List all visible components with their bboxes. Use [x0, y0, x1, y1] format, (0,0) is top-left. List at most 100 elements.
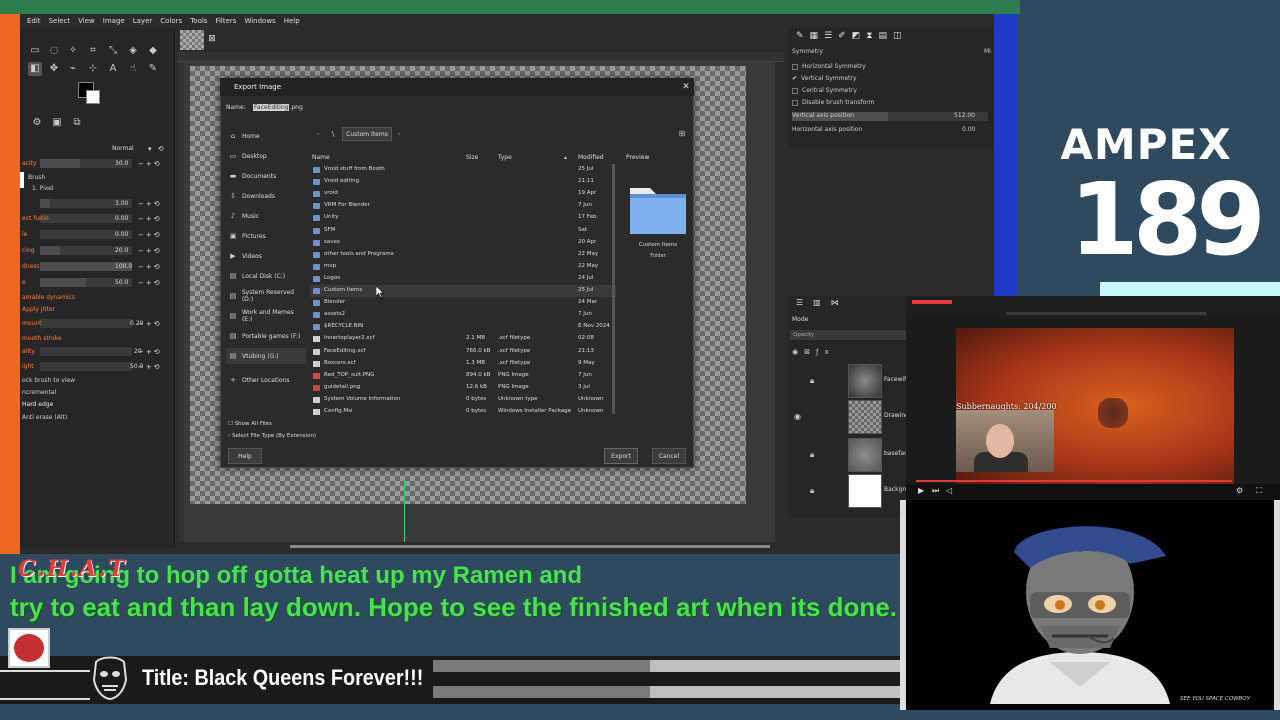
place-videos[interactable]: ▶ Videos — [226, 248, 306, 264]
place-local-disk[interactable]: ▤ Local Disk (C:) — [226, 268, 306, 284]
file-row[interactable]: saves 20 Apr — [310, 237, 616, 249]
weight-controls-icon[interactable]: −+⟲ — [138, 363, 162, 371]
lock-icon[interactable]: 🔒︎ — [810, 376, 814, 386]
size-row[interactable]: 3.00 −+⟲ — [20, 198, 172, 209]
angle-controls-icon[interactable]: −+⟲ — [138, 231, 162, 239]
file-row[interactable]: Custom Items 25 Jul — [310, 285, 616, 297]
angle-row[interactable]: le 0.00 −+⟲ — [20, 229, 172, 240]
layer-row[interactable]: 🔒︎ baseface — [790, 438, 908, 474]
undo-tab-icon[interactable]: ⧉ — [70, 116, 84, 130]
cancel-button[interactable]: Cancel — [652, 448, 686, 464]
brush-row[interactable]: Brush — [20, 172, 172, 188]
column-size[interactable]: Size — [466, 154, 478, 161]
smudge-icon[interactable]: ☝ — [126, 62, 140, 76]
panel-dock-icon[interactable]: ◫ — [893, 31, 902, 41]
export-button[interactable]: Export — [604, 448, 638, 464]
hardness-row[interactable]: dness 100.0 −+⟲ — [20, 261, 172, 272]
fullscreen-icon[interactable]: ⛶ — [1256, 486, 1262, 496]
dynamics-row[interactable]: amable dynamics — [20, 292, 172, 303]
pen-dock-icon[interactable]: ✐ — [838, 31, 846, 41]
disable-transform-checkbox[interactable] — [792, 99, 798, 106]
weight-row[interactable]: ight 50.0 −+⟲ — [20, 361, 172, 372]
eye-icon[interactable]: ◉ — [794, 412, 801, 421]
address-bar[interactable] — [1006, 312, 1206, 315]
tab-close-icon[interactable]: ⊠ — [207, 34, 217, 44]
tool-options-tab-icon[interactable]: ⚙ — [30, 116, 44, 130]
bucket-icon[interactable]: ◆ — [146, 44, 160, 58]
pattern-dock-icon[interactable]: ▦ — [810, 31, 819, 41]
forward-arrow-icon[interactable]: › — [394, 128, 404, 140]
place-system-reserved[interactable]: ▤ System Reserved (D:) — [226, 288, 306, 304]
layers-tab-icon[interactable]: ☰ — [796, 298, 803, 310]
hard-edge-row[interactable]: Hard edge — [20, 399, 172, 410]
aspect-controls-icon[interactable]: −+⟲ — [138, 215, 162, 223]
file-row[interactable]: Vroid stuff from Booth 25 Jul — [310, 164, 616, 176]
sort-arrow-icon[interactable]: ▴ — [564, 154, 567, 161]
show-all-files-option[interactable]: ☐ Show All Files — [228, 421, 272, 427]
select-file-type-expander[interactable]: › Select File Type (By Extension) — [228, 433, 316, 439]
amount-row[interactable]: mount 0.20 −+⟲ — [20, 318, 172, 329]
smooth-row[interactable]: mooth stroke — [20, 333, 172, 344]
column-modified[interactable]: Modified — [578, 154, 604, 161]
play-icon[interactable]: ▶ — [918, 486, 924, 495]
checkbox-icon[interactable]: ☐ — [228, 421, 233, 427]
path-icon[interactable]: ⌁ — [66, 62, 80, 76]
fuzzy-select-icon[interactable]: ✧ — [66, 44, 80, 58]
anti-erase-row[interactable]: Anti erase (Alt) — [20, 412, 172, 423]
file-row[interactable]: Config.Msi 0 bytes Windows Installer Packa… — [310, 406, 616, 416]
root-path-icon[interactable]: \ — [327, 128, 339, 140]
grid-dock-icon[interactable]: ▤ — [879, 31, 888, 41]
file-row[interactable]: Boxcers.xcf 1.3 MB .xcf filetype 9 May — [310, 358, 616, 370]
file-row[interactable]: SFM Sat — [310, 225, 616, 237]
file-row[interactable]: VRM For Blender 7 Jun — [310, 200, 616, 212]
place-other-locations[interactable]: + Other Locations — [226, 372, 306, 388]
warp-icon[interactable]: ◈ — [126, 44, 140, 58]
stack-dock-icon[interactable]: ☰ — [824, 31, 832, 41]
quality-row[interactable]: ality 20 −+⟲ — [20, 346, 172, 357]
file-row[interactable]: Blender 24 Mar — [310, 297, 616, 309]
new-folder-icon[interactable]: ⊞ — [676, 128, 688, 140]
layer-row[interactable]: 🔒︎ Backgro — [790, 474, 908, 510]
layer-lock-toolbar-icon[interactable]: ◉⊠ƒx — [792, 348, 835, 356]
file-row[interactable]: Unity 17 Feb — [310, 212, 616, 224]
place-vtubing[interactable]: ▤ Vtubing (G:) — [226, 348, 306, 364]
place-home[interactable]: ⌂ Home — [226, 128, 306, 144]
vertical-symmetry-check-icon[interactable]: ✔ — [792, 75, 797, 82]
menu-select[interactable]: Select — [49, 17, 71, 25]
layer-row[interactable]: ◉ Drawing — [790, 400, 908, 436]
file-row[interactable]: System Volume Information 0 bytes Unknown … — [310, 394, 616, 406]
channels-tab-icon[interactable]: ▥ — [813, 298, 821, 310]
rect-select-icon[interactable]: ▭ — [28, 44, 42, 58]
spacing-controls-icon[interactable]: −+⟲ — [138, 247, 162, 255]
file-row[interactable]: FaceEditing.xcf 766.0 kB .xcf filetype 21:1… — [310, 346, 616, 358]
close-icon[interactable]: ✕ — [680, 81, 692, 93]
menu-windows[interactable]: Windows — [244, 17, 275, 25]
column-type[interactable]: Type — [498, 154, 512, 161]
incremental-row[interactable]: ncremental — [20, 387, 172, 398]
file-row[interactable]: other tools and Programs 22 May — [310, 249, 616, 261]
mode-row[interactable]: Normal ▾ ⟲ — [20, 143, 172, 154]
text-icon[interactable]: A — [106, 62, 120, 76]
horizontal-scroll-thumb[interactable] — [290, 545, 770, 548]
brush-dock-icon[interactable]: ✎ — [796, 31, 804, 41]
image-tab-thumbnail[interactable] — [180, 30, 204, 50]
device-tab-icon[interactable]: ▣ — [50, 116, 64, 130]
lasso-icon[interactable]: ◌ — [47, 44, 61, 58]
eraser-icon[interactable]: ◧ — [28, 62, 42, 76]
menu-help[interactable]: Help — [284, 17, 300, 25]
file-row[interactable]: vroid 19 Apr — [310, 188, 616, 200]
menu-filters[interactable]: Filters — [215, 17, 236, 25]
spacing-row[interactable]: cing 20.0 −+⟲ — [20, 245, 172, 256]
lock-brush-row[interactable]: ock brush to view — [20, 375, 172, 386]
menu-tools[interactable]: Tools — [190, 17, 207, 25]
place-music[interactable]: ♪ Music — [226, 208, 306, 224]
file-row[interactable]: guidetail.png 12.6 kB PNG Image 3 Jul — [310, 382, 616, 394]
file-row[interactable]: Vroid editing 21:11 — [310, 176, 616, 188]
central-symmetry-option[interactable]: Central Symmetry — [792, 87, 857, 94]
paths-tab-icon[interactable]: ⋈ — [831, 298, 839, 310]
file-row[interactable]: Innertoplayer2.xcf 2.1 MB .xcf filetype 02:… — [310, 333, 616, 345]
amount-controls-icon[interactable]: −+⟲ — [138, 320, 162, 328]
menu-view[interactable]: View — [78, 17, 95, 25]
brush-name-row[interactable]: 1. Pixel — [20, 183, 172, 194]
back-arrow-icon[interactable]: ‹ — [312, 128, 324, 140]
